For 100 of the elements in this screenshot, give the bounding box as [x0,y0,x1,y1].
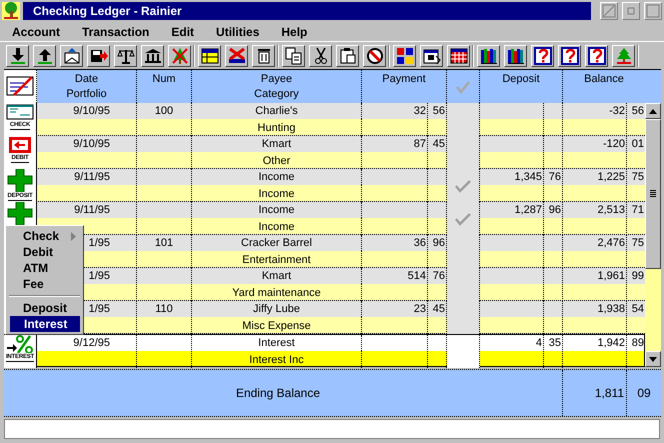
table-cell: 99 [632,269,644,283]
table-cell: 45 [432,137,445,151]
toolbar-button[interactable] [198,44,221,66]
table-cell: 1,942 [597,336,625,350]
toolbar-button[interactable] [225,44,248,66]
toolbar-button[interactable] [309,44,332,66]
table-cell: Hunting [258,120,296,134]
calendar-icon [422,46,440,64]
table-cell: Charlie's [255,104,298,118]
table-cell: 54 [632,302,644,316]
toolbar-button[interactable] [420,44,443,66]
table-cell: Kmart [262,269,292,283]
menu-item[interactable]: Edit [163,24,202,38]
table-cell: 45 [432,302,445,316]
table-cell: 89 [632,336,644,350]
table-cell: 35 [548,336,561,350]
table-cell: 1,938 [597,302,625,316]
scroll-down-button[interactable] [645,351,661,367]
down-caret-icon [649,356,657,362]
toolbar-button[interactable] [558,44,581,66]
envelope-icon [62,46,80,64]
table-cell: 96 [432,236,445,250]
menu-item[interactable]: Deposit [9,300,80,316]
menu-item[interactable]: Interest [10,316,80,332]
table-cell: 1/95 [88,236,110,250]
toolbar-button[interactable] [477,44,500,66]
table-cell: 1,287 [514,203,542,217]
table-cell: Other [262,154,290,168]
table-cell: 96 [548,203,561,217]
toolbar-button[interactable] [141,44,164,66]
table-cell: 9/10/95 [73,104,110,118]
checkmark-icon [454,178,472,192]
toolbar-button[interactable] [282,44,305,66]
books-icon [480,46,498,64]
table-cell: 9/12/95 [73,336,110,350]
table-cell: 1/95 [88,269,110,283]
menu-item[interactable]: Account [4,24,68,38]
table-cell: -32 [609,104,625,118]
table-cell: 1,225 [597,170,625,184]
column-header: Payment [382,73,426,85]
window-button[interactable] [600,2,618,20]
scroll-thumb[interactable] [645,119,661,269]
menu-item[interactable]: Transaction [74,24,158,38]
cleared-cell[interactable] [447,103,480,136]
tree-icon [2,2,20,20]
table-cell: Income [258,203,295,217]
window-title: Checking Ledger - Rainier [33,4,182,18]
copy-icon [284,46,302,64]
menu-item[interactable]: Debit [9,244,80,260]
tree-icon [614,46,632,64]
menu-item[interactable]: Fee [9,276,80,292]
blocks-icon [396,46,414,64]
menu-item[interactable]: Help [273,24,316,38]
toolbar-button[interactable] [168,44,191,66]
toolbar-button[interactable] [447,44,470,66]
column-header: Category [254,88,299,100]
table-cell: 23 [414,302,426,316]
table-cell: Jiffy Lube [253,302,300,316]
table-icon [200,46,218,64]
cleared-cell[interactable] [447,301,480,334]
table-cell: 71 [632,203,644,217]
window-button[interactable] [644,2,662,20]
table-cell: -120 [602,137,625,151]
table-cell: 2,476 [597,236,625,250]
column-header: Deposit [502,73,540,85]
table-cell: 1,961 [597,269,625,283]
toolbar-button[interactable] [60,44,83,66]
crossed-tree-icon [170,46,188,64]
toolbar-button[interactable] [252,44,275,66]
column-header: Balance [584,73,624,85]
cleared-cell[interactable] [447,335,480,368]
table-cell: 32 [414,104,426,118]
table-cell: 110 [155,302,173,316]
toolbar-button[interactable] [393,44,416,66]
menu-item[interactable]: Utilities [208,24,268,38]
toolbar-button[interactable] [336,44,359,66]
toolbar-button[interactable] [612,44,635,66]
plus-icon [6,202,34,225]
toolbar-button[interactable] [504,44,527,66]
table-cell: 76 [548,170,561,184]
window-button[interactable] [622,2,640,20]
slash-icon [601,3,617,19]
toolbar-button[interactable] [87,44,110,66]
percent-arrow-icon [6,335,34,353]
toolbar-button[interactable] [363,44,386,66]
ending-balance-cents: 09 [637,386,651,400]
toolbar-button[interactable] [114,44,137,66]
square-icon [645,3,661,19]
toolbar-button[interactable] [33,44,56,66]
scrollbar[interactable] [645,103,661,367]
table-cell: 76 [432,269,445,283]
toolbar-button[interactable] [531,44,554,66]
toolbar-button[interactable] [6,44,29,66]
column-header: Payee [260,73,292,85]
table-cell: 1,345 [514,170,542,184]
table-cell: 01 [632,137,644,151]
books-icon [506,46,524,64]
toolbar-button[interactable] [585,44,608,66]
scroll-up-button[interactable] [645,103,661,119]
table-cell: Misc Expense [242,318,311,332]
